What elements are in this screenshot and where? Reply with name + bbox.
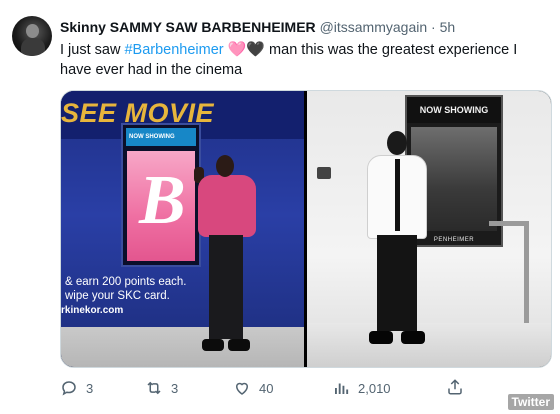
hashtag-link[interactable]: #Barbenheimer: [124, 42, 223, 58]
retweet-count: 3: [171, 380, 179, 396]
tweet-text-before: I just saw: [60, 42, 125, 58]
tweet-actions: 3 3 40 2,010: [52, 377, 472, 399]
photo-barbie[interactable]: SEE MOVIE NOW SHOWING B & earn 200 point…: [61, 91, 304, 367]
black-pants: [209, 235, 243, 339]
timestamp[interactable]: 5h: [440, 19, 456, 35]
separator: ·: [431, 19, 436, 35]
display-name[interactable]: Skinny SAMMY SAW BARBENHEIMER: [60, 19, 316, 35]
handrail-top: [489, 221, 529, 226]
avatar-head: [26, 24, 39, 38]
avatar-torso: [21, 38, 45, 56]
black-tie: [395, 159, 400, 231]
views-count: 2,010: [358, 380, 391, 396]
views-icon: [335, 383, 349, 394]
media-grid: SEE MOVIE NOW SHOWING B & earn 200 point…: [60, 90, 552, 368]
person-pink-jacket: [194, 155, 260, 365]
promo-text: & earn 200 points each. wipe your SKC ca…: [65, 275, 304, 303]
promo-url: rkinekor.com: [61, 305, 124, 316]
like-count: 40: [259, 380, 274, 396]
handle[interactable]: @itssammyagain: [320, 19, 428, 35]
retweet-button[interactable]: 3: [145, 377, 178, 399]
views-button[interactable]: 2,010: [332, 377, 391, 399]
now-showing-kiosk: NOW SHOWING B: [121, 123, 201, 267]
black-heart-emoji: 🖤: [246, 41, 266, 58]
floor: [61, 327, 304, 367]
shoe-right: [401, 331, 425, 344]
shoe-right: [228, 339, 250, 351]
twitter-watermark: Twitter: [507, 394, 554, 410]
reply-button[interactable]: 3: [60, 377, 93, 399]
person-head: [216, 155, 234, 177]
black-pants: [377, 235, 417, 331]
barbie-letter: B: [139, 162, 186, 239]
person-white-shirt: [357, 131, 437, 361]
avatar[interactable]: [12, 16, 52, 56]
tweet-header: Skinny SAMMY SAW BARBENHEIMER @itssammya…: [60, 18, 550, 36]
photo-oppenheimer[interactable]: NOW SHOWING PENHEIMER: [307, 91, 551, 367]
reply-count: 3: [86, 380, 94, 396]
barbie-poster: B: [127, 151, 195, 261]
kiosk-banner: NOW SHOWING: [126, 128, 196, 146]
wall-panel: [317, 167, 331, 179]
shoe-left: [202, 339, 224, 351]
pink-heart-emoji: 🩷: [227, 41, 247, 58]
retweet-icon: [147, 381, 161, 395]
person-head: [387, 131, 407, 155]
pink-jacket: [198, 175, 256, 237]
tweet-text: I just saw #Barbenheimer 🩷🖤 man this was…: [60, 40, 550, 80]
share-icon[interactable]: [446, 378, 464, 396]
now-showing-banner: NOW SHOWING: [407, 97, 501, 123]
reply-icon: [62, 381, 76, 396]
like-button[interactable]: 40: [233, 377, 273, 399]
heart-icon: [235, 382, 249, 395]
shoe-left: [369, 331, 393, 344]
promo-line-1: & earn 200 points each.: [65, 276, 187, 288]
promo-line-2: wipe your SKC card.: [65, 290, 170, 302]
